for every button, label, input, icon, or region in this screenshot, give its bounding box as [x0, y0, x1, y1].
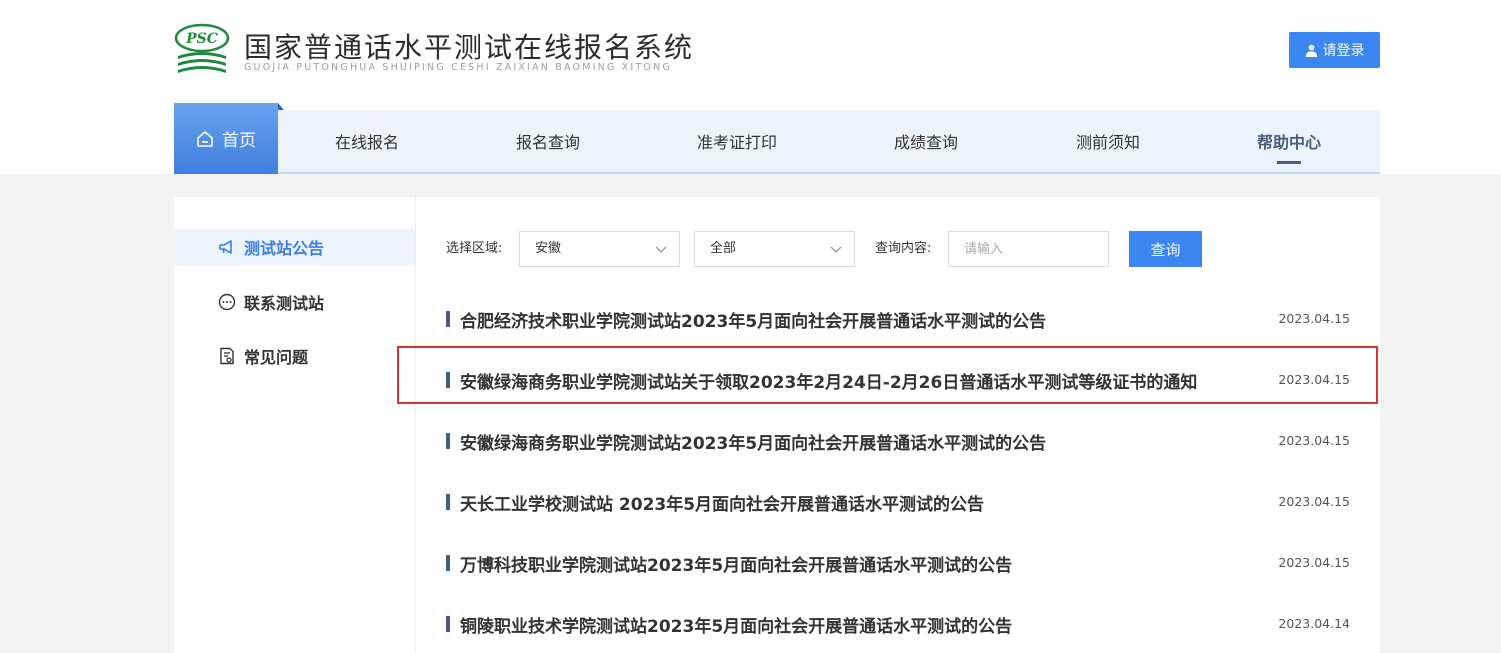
query-input[interactable]	[948, 231, 1109, 267]
row-marker	[446, 433, 450, 449]
notice-row[interactable]: 万博科技职业学院测试站2023年5月面向社会开展普通话水平测试的公告 2023.…	[446, 542, 1350, 582]
notice-title[interactable]: 天长工业学校测试站 2023年5月面向社会开展普通话水平测试的公告	[460, 490, 984, 515]
row-marker	[446, 311, 450, 327]
notice-date: 2023.04.15	[1278, 311, 1350, 326]
nav-home-label: 首页	[222, 131, 256, 151]
page: PSC 国家普通话水平测试在线报名系统 GUOJIA PUTONGHUA SHU…	[0, 0, 1501, 653]
row-marker	[446, 372, 450, 388]
psc-logo-icon: PSC	[174, 23, 230, 73]
content-panel: 测试站公告 联系测试站 常见问题 选择区域: 安徽 全部 查询内容: 请输入 查…	[174, 197, 1380, 653]
notice-row[interactable]: 合肥经济技术职业学院测试站2023年5月面向社会开展普通话水平测试的公告 202…	[446, 298, 1350, 338]
site-title: 国家普通话水平测试在线报名系统	[244, 31, 695, 64]
row-marker	[446, 494, 450, 510]
nav-home[interactable]: 首页	[174, 103, 284, 174]
notice-title[interactable]: 万博科技职业学院测试站2023年5月面向社会开展普通话水平测试的公告	[460, 551, 1012, 576]
home-icon	[197, 130, 213, 147]
nav-item-online-registration[interactable]: 在线报名	[278, 110, 456, 172]
nav-item-help-center[interactable]: 帮助中心	[1198, 110, 1380, 172]
scope-select-value: 全部	[710, 241, 737, 256]
site-subtitle: GUOJIA PUTONGHUA SHUIPING CESHI ZAIXIAN …	[244, 62, 672, 73]
query-button[interactable]: 查询	[1129, 231, 1202, 267]
region-filter-label: 选择区域:	[446, 241, 503, 256]
sidebar-item-label: 常见问题	[244, 348, 309, 367]
nav-item-admission-ticket[interactable]: 准考证打印	[640, 110, 834, 172]
megaphone-icon	[219, 240, 232, 254]
sidebar-item-contact-station[interactable]: 联系测试站	[174, 284, 415, 320]
query-content-label: 查询内容:	[875, 241, 932, 256]
login-button[interactable]: 请登录	[1289, 32, 1380, 68]
row-marker	[446, 616, 450, 632]
scope-select[interactable]: 全部	[694, 231, 855, 267]
notice-date: 2023.04.15	[1278, 494, 1350, 509]
main-nav: 首页 在线报名 报名查询 准考证打印 成绩查询 测前须知 帮助中心	[174, 103, 1380, 174]
user-icon	[1305, 44, 1317, 57]
notice-row[interactable]: 安徽绿海商务职业学院测试站2023年5月面向社会开展普通话水平测试的公告 202…	[446, 420, 1350, 460]
nav-item-registration-query[interactable]: 报名查询	[456, 110, 640, 172]
notice-date: 2023.04.15	[1278, 372, 1350, 387]
notice-title[interactable]: 安徽绿海商务职业学院测试站关于领取2023年2月24日-2月26日普通话水平测试…	[460, 368, 1197, 393]
login-label: 请登录	[1322, 43, 1365, 59]
chat-bubble-icon	[218, 293, 236, 311]
nav-home-fold	[278, 103, 284, 110]
notice-row[interactable]: 天长工业学校测试站 2023年5月面向社会开展普通话水平测试的公告 2023.0…	[446, 481, 1350, 521]
notice-title[interactable]: 铜陵职业技术学院测试站2023年5月面向社会开展普通话水平测试的公告	[460, 612, 1012, 637]
sidebar-item-station-notices[interactable]: 测试站公告	[174, 229, 415, 265]
nav-help-label: 帮助中心	[1256, 133, 1321, 152]
notice-date: 2023.04.15	[1278, 433, 1350, 448]
chevron-down-icon	[655, 246, 667, 253]
region-select[interactable]: 安徽	[519, 231, 680, 267]
sidebar: 测试站公告 联系测试站 常见问题	[174, 197, 416, 653]
nav-item-pre-test-notice[interactable]: 测前须知	[1018, 110, 1198, 172]
nav-item-score-query[interactable]: 成绩查询	[834, 110, 1018, 172]
document-question-icon	[220, 347, 234, 365]
logo-badge-text: PSC	[185, 31, 218, 47]
site-logo[interactable]: PSC 国家普通话水平测试在线报名系统 GUOJIA PUTONGHUA SHU…	[174, 22, 714, 78]
notice-date: 2023.04.14	[1278, 616, 1350, 631]
sidebar-item-faq[interactable]: 常见问题	[174, 338, 415, 374]
sidebar-item-label: 测试站公告	[244, 239, 325, 258]
sidebar-item-label: 联系测试站	[244, 294, 325, 313]
nav-active-indicator	[1277, 161, 1301, 164]
notice-row[interactable]: 安徽绿海商务职业学院测试站关于领取2023年2月24日-2月26日普通话水平测试…	[446, 359, 1350, 399]
chevron-down-icon	[830, 246, 842, 253]
notice-title[interactable]: 安徽绿海商务职业学院测试站2023年5月面向社会开展普通话水平测试的公告	[460, 429, 1046, 454]
notice-row[interactable]: 铜陵职业技术学院测试站2023年5月面向社会开展普通话水平测试的公告 2023.…	[446, 603, 1350, 643]
row-marker	[446, 555, 450, 571]
notice-title[interactable]: 合肥经济技术职业学院测试站2023年5月面向社会开展普通话水平测试的公告	[460, 307, 1046, 332]
region-select-value: 安徽	[535, 241, 562, 256]
notice-date: 2023.04.15	[1278, 555, 1350, 570]
